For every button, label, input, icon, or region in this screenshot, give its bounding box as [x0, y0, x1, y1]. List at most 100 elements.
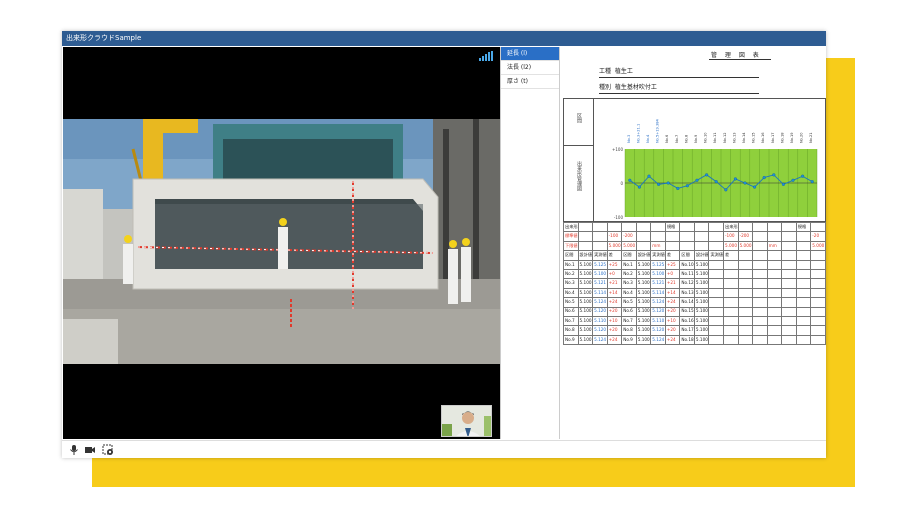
table-cell — [795, 240, 812, 252]
table-cell — [592, 231, 608, 242]
table-cell: -100 — [723, 231, 739, 242]
table-cell — [810, 268, 826, 280]
table-cell: 差 — [664, 250, 681, 261]
site-camera-feed — [63, 119, 500, 364]
work-type-row: 工種 植生工 — [599, 66, 759, 78]
x-tick-label: No.15 — [752, 132, 756, 143]
table-cell: 5.100 — [577, 259, 594, 270]
self-camera-thumbnail[interactable] — [441, 405, 492, 437]
table-cell: +0 — [664, 268, 681, 280]
table-cell: 5.100 — [577, 268, 594, 280]
table-cell — [781, 297, 797, 308]
table-row: No.8 5.100 5.120 +20 No.8 5.100 5.120 +20 No.17 5… — [563, 325, 826, 336]
data-point — [705, 173, 709, 177]
data-point — [637, 185, 641, 189]
table-cell: No.3 — [621, 278, 637, 289]
table-cell: 設計値 — [577, 250, 594, 261]
table-cell — [708, 315, 725, 327]
table-cell — [606, 221, 623, 233]
table-cell: 5.100 — [577, 287, 594, 299]
table-cell: No.7 — [621, 315, 637, 327]
table-cell: 5.100 — [577, 334, 594, 346]
table-cell: +10 — [664, 315, 681, 327]
table-cell: 5.100 — [635, 306, 652, 317]
table-cell — [664, 231, 681, 242]
table-cell: +21 — [606, 278, 623, 289]
x-tick-label: No.8 — [684, 134, 688, 143]
table-cell: 5.121 — [650, 278, 666, 289]
table-cell: +20 — [606, 325, 623, 336]
table-cell — [766, 325, 783, 336]
table-cell: 下限値 — [563, 240, 579, 252]
table-cell — [752, 297, 768, 308]
table-cell: No.3 — [563, 278, 579, 289]
table-cell: 区間 — [679, 250, 695, 261]
x-tick-label: No.7 — [675, 135, 679, 143]
table-cell: 5.000 — [723, 240, 739, 252]
signal-strength-icon — [479, 51, 493, 61]
table-cell — [766, 250, 783, 261]
table-row: No.6 5.100 5.120 +20 No.6 5.100 5.120 +20 No.15 5… — [563, 306, 826, 317]
table-cell: 5.100 — [577, 297, 594, 308]
work-type-value: 植生工 — [614, 68, 633, 75]
table-cell — [635, 231, 652, 242]
table-cell — [708, 259, 725, 270]
table-cell — [766, 297, 783, 308]
microphone-icon[interactable] — [68, 444, 80, 456]
construction-site-photo — [63, 119, 500, 364]
control-chart: 区間 出来形管理図 +100 0 -100 No.3 No.3+21.1 No.4 No.5… — [563, 98, 826, 222]
table-cell: No.1 — [563, 259, 579, 270]
table-cell — [810, 259, 826, 270]
table-cell: mm — [766, 240, 783, 252]
table-cell — [810, 297, 826, 308]
table-cell: 標準値 — [563, 231, 579, 242]
y-tick-label: 0 — [620, 181, 623, 186]
table-row: No.2 5.100 5.100 +0 No.2 5.100 5.100 +0 No.11 5.1… — [563, 268, 826, 280]
table-cell — [752, 315, 768, 327]
data-point — [685, 184, 689, 188]
table-cell — [708, 268, 725, 280]
table-cell — [723, 297, 739, 308]
table-cell: +25 — [664, 259, 681, 270]
table-cell: 5.100 — [635, 297, 652, 308]
table-cell — [737, 325, 754, 336]
work-type-label: 工種 — [599, 68, 612, 75]
table-cell: No.12 — [679, 278, 695, 289]
video-pane[interactable] — [63, 47, 500, 439]
table-cell: 5.124 — [650, 297, 666, 308]
data-point — [743, 181, 747, 185]
table-cell: No.2 — [563, 268, 579, 280]
table-cell — [766, 268, 783, 280]
table-cell — [781, 250, 797, 261]
table-cell — [737, 268, 754, 280]
table-cell: 5.100 — [577, 278, 594, 289]
data-point — [772, 173, 776, 177]
table-cell — [650, 221, 666, 233]
table-cell: No.5 — [563, 297, 579, 308]
table-cell — [810, 250, 826, 261]
sidebar-item-slope-length[interactable]: 法長 (l2) — [501, 61, 559, 75]
data-point — [676, 186, 680, 190]
table-cell: 実測値 — [592, 250, 608, 261]
video-camera-icon[interactable] — [84, 444, 96, 456]
table-cell: -20 — [810, 231, 826, 242]
table-cell — [708, 325, 725, 336]
screen-capture-icon[interactable] — [102, 444, 114, 456]
table-cell: No.10 — [679, 259, 695, 270]
table-cell: 5.100 — [693, 278, 710, 289]
table-cell: +10 — [606, 315, 623, 327]
table-cell — [708, 306, 725, 317]
sidebar-item-length[interactable]: 延長 (l) — [501, 47, 559, 61]
table-cell: 設計値 — [635, 250, 652, 261]
table-cell: No.4 — [621, 287, 637, 299]
table-cell — [810, 287, 826, 299]
table-cell — [708, 231, 725, 242]
table-cell — [635, 221, 652, 233]
table-cell — [752, 306, 768, 317]
sidebar-item-thickness[interactable]: 厚さ (t) — [501, 75, 559, 89]
table-row: No.5 5.100 5.124 +24 No.5 5.100 5.124 +24 No.14 5… — [563, 297, 826, 308]
table-cell: -200 — [737, 231, 754, 242]
table-cell: No.16 — [679, 315, 695, 327]
table-cell — [723, 259, 739, 270]
table-cell — [781, 268, 797, 280]
